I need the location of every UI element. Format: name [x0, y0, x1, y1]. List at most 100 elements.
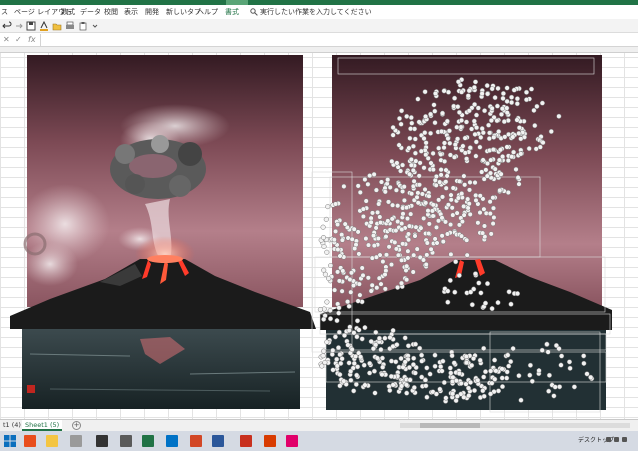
selection-handle[interactable] — [511, 149, 517, 155]
selection-handle[interactable] — [472, 79, 479, 85]
selection-handle[interactable] — [456, 109, 462, 115]
selection-handle[interactable] — [362, 176, 368, 183]
selection-handle[interactable] — [440, 239, 446, 245]
selection-handle[interactable] — [335, 345, 342, 351]
selection-handle[interactable] — [488, 157, 494, 163]
selection-handle[interactable] — [466, 393, 472, 399]
selection-handle[interactable] — [432, 236, 438, 242]
selection-handle[interactable] — [432, 363, 438, 369]
selection-handle[interactable] — [324, 249, 330, 255]
selection-handle[interactable] — [466, 201, 472, 207]
selection-handle[interactable] — [436, 197, 442, 203]
selection-handle[interactable] — [443, 167, 449, 173]
selection-handle[interactable] — [414, 194, 420, 200]
selection-handle[interactable] — [341, 378, 347, 384]
selection-handle[interactable] — [504, 98, 510, 104]
selection-handle[interactable] — [456, 370, 462, 377]
tray-icon[interactable] — [606, 437, 611, 442]
selection-handle[interactable] — [355, 229, 361, 235]
selection-handle[interactable] — [467, 211, 473, 217]
selection-handle[interactable] — [408, 126, 414, 132]
selection-handle[interactable] — [423, 140, 429, 146]
selection-handle[interactable] — [327, 316, 334, 322]
selection-handle[interactable] — [469, 126, 475, 132]
selection-handle[interactable] — [380, 259, 386, 265]
selection-handle[interactable] — [419, 374, 425, 380]
selection-handle[interactable] — [467, 145, 473, 151]
selection-handle[interactable] — [455, 79, 462, 85]
selection-handle[interactable] — [491, 214, 497, 221]
selection-handle[interactable] — [340, 268, 346, 274]
selection-handle[interactable] — [428, 246, 434, 252]
selection-handle[interactable] — [393, 187, 399, 193]
selection-handle[interactable] — [378, 281, 384, 287]
selection-handle[interactable] — [504, 144, 510, 150]
selection-handle[interactable] — [339, 356, 345, 362]
selection-handle[interactable] — [527, 362, 533, 368]
selection-handle[interactable] — [452, 142, 458, 148]
selection-handle[interactable] — [358, 354, 364, 360]
selection-handle[interactable] — [382, 286, 388, 292]
selection-handle[interactable] — [450, 212, 456, 218]
selection-handle[interactable] — [428, 160, 434, 166]
selection-handle[interactable] — [546, 372, 552, 378]
selection-handle[interactable] — [373, 329, 379, 335]
selection-handle[interactable] — [390, 202, 396, 208]
selection-handle[interactable] — [438, 172, 444, 178]
selection-handle[interactable] — [336, 305, 342, 311]
selection-handle[interactable] — [406, 145, 412, 151]
selection-handle[interactable] — [451, 360, 457, 366]
sheet-tab-prev[interactable]: t1 (4) — [0, 420, 24, 431]
selection-handle[interactable] — [413, 158, 419, 164]
selection-handle[interactable] — [479, 169, 485, 175]
selection-handle[interactable] — [368, 338, 374, 345]
selection-handle[interactable] — [571, 384, 577, 390]
selection-handle[interactable] — [422, 130, 428, 136]
selection-handle[interactable] — [474, 125, 480, 131]
selection-handle[interactable] — [439, 368, 445, 374]
selection-handle[interactable] — [453, 398, 459, 404]
selection-handle[interactable] — [513, 166, 519, 172]
selection-handle[interactable] — [557, 384, 563, 390]
selection-handle[interactable] — [319, 363, 325, 369]
selection-handle[interactable] — [472, 131, 478, 137]
selection-handle[interactable] — [447, 365, 453, 371]
selection-handle[interactable] — [556, 346, 562, 352]
selection-handle[interactable] — [487, 130, 493, 136]
excel-icon[interactable] — [142, 435, 154, 447]
selection-handle[interactable] — [514, 96, 520, 102]
selection-handle[interactable] — [395, 203, 401, 209]
selection-handle[interactable] — [419, 352, 425, 358]
selection-handle[interactable] — [349, 346, 355, 353]
selection-handle[interactable] — [505, 157, 511, 164]
selection-handle[interactable] — [449, 205, 455, 211]
selection-handle[interactable] — [385, 218, 391, 224]
selection-handle[interactable] — [442, 158, 448, 164]
selection-handle[interactable] — [334, 318, 340, 324]
selection-handle[interactable] — [422, 186, 428, 193]
redo-icon[interactable] — [13, 21, 23, 31]
selection-handle[interactable] — [566, 359, 573, 365]
selection-handle[interactable] — [430, 150, 436, 156]
selection-handle[interactable] — [424, 394, 430, 400]
selection-handle[interactable] — [516, 181, 522, 187]
selection-handle[interactable] — [584, 371, 590, 377]
selection-handle[interactable] — [347, 276, 353, 283]
selection-handle[interactable] — [321, 316, 327, 322]
selection-handle[interactable] — [502, 134, 508, 140]
selection-handle[interactable] — [439, 194, 446, 200]
app-icon[interactable] — [70, 435, 82, 447]
selection-handle[interactable] — [369, 255, 375, 261]
selection-handle[interactable] — [477, 210, 483, 216]
selection-handle[interactable] — [359, 265, 365, 271]
selection-handle[interactable] — [461, 203, 467, 209]
selection-handle[interactable] — [480, 388, 486, 394]
selection-handle[interactable] — [418, 225, 424, 231]
selection-handle[interactable] — [382, 189, 388, 195]
selection-handle[interactable] — [354, 318, 361, 324]
selection-handle[interactable] — [581, 360, 587, 366]
selection-handle[interactable] — [487, 211, 493, 217]
selection-handle[interactable] — [495, 388, 502, 394]
selection-handle[interactable] — [493, 368, 499, 374]
selection-handle[interactable] — [423, 152, 429, 158]
